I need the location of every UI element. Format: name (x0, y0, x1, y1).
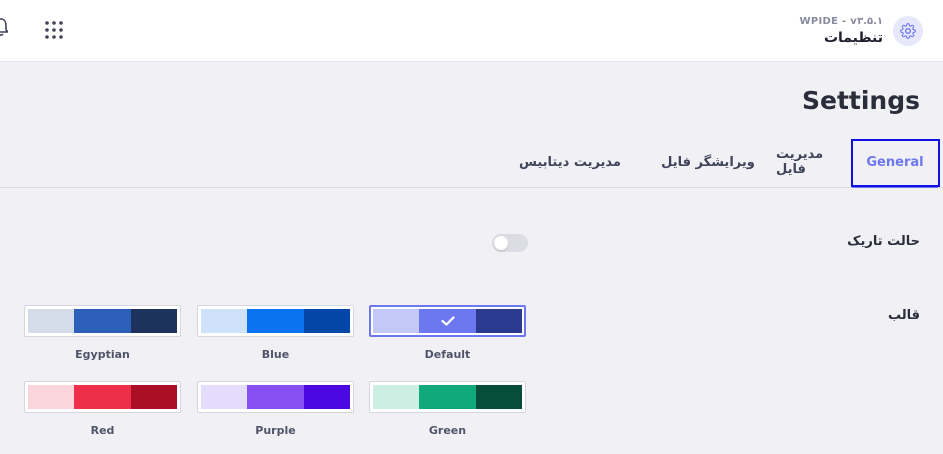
swatch-color-main (247, 385, 304, 409)
brand-title: تنظیمات (823, 30, 883, 46)
swatch-color-main (74, 309, 131, 333)
theme-swatch-egyptian[interactable] (24, 305, 181, 337)
swatch-color-dark (476, 309, 522, 333)
gear-badge (893, 16, 923, 46)
theme-label: قالب (887, 308, 920, 323)
swatch-color-light (373, 385, 419, 409)
theme-label-blue: Blue (261, 348, 290, 361)
tab-general[interactable]: General (852, 137, 938, 188)
theme-label-green: Green (428, 424, 467, 437)
swatch-color-main (74, 385, 131, 409)
bell-icon[interactable] (0, 17, 8, 37)
theme-swatch-purple[interactable] (197, 381, 354, 413)
swatch-color-light (28, 385, 74, 409)
top-bar: WPIDE - v۳.۵.۱ تنظیمات (0, 0, 943, 62)
brand-text: WPIDE - v۳.۵.۱ تنظیمات (800, 16, 883, 46)
check-icon (440, 316, 455, 326)
swatch-color-main (247, 309, 304, 333)
page-title: Settings (801, 86, 920, 115)
grid-icon[interactable] (44, 20, 64, 40)
swatch-color-dark (304, 309, 350, 333)
theme-label-default: Default (424, 348, 471, 361)
toggle-knob (494, 236, 508, 250)
brand[interactable]: WPIDE - v۳.۵.۱ تنظیمات (800, 13, 923, 49)
brand-version: WPIDE - v۳.۵.۱ (799, 16, 883, 27)
swatch-color-main (419, 309, 476, 333)
swatch-color-light (373, 309, 419, 333)
theme-swatch-default[interactable] (369, 305, 526, 337)
swatch-color-light (28, 309, 74, 333)
swatch-color-main (419, 385, 476, 409)
theme-label-egyptian: Egyptian (75, 348, 130, 361)
theme-swatch-blue[interactable] (197, 305, 354, 337)
theme-swatch-red[interactable] (24, 381, 181, 413)
tab-bar: General مدیریت فایل ویرایشگر فایل مدیریت… (0, 137, 943, 188)
dark-mode-toggle[interactable] (492, 234, 528, 252)
tab-file-editor[interactable]: ویرایشگر فایل (640, 137, 776, 187)
swatch-color-dark (131, 309, 177, 333)
theme-label-red: Red (90, 424, 115, 437)
theme-swatch-green[interactable] (369, 381, 526, 413)
tab-file-manager[interactable]: مدیریت فایل (776, 137, 852, 187)
tab-database-manager[interactable]: مدیریت دیتابیس (500, 137, 640, 187)
swatch-color-light (201, 385, 247, 409)
swatch-color-light (201, 309, 247, 333)
theme-label-purple: Purple (255, 424, 296, 437)
dark-mode-label: حالت تاریک (847, 234, 920, 249)
swatch-color-dark (304, 385, 350, 409)
gear-icon (900, 23, 916, 39)
swatch-color-dark (476, 385, 522, 409)
swatch-color-dark (131, 385, 177, 409)
